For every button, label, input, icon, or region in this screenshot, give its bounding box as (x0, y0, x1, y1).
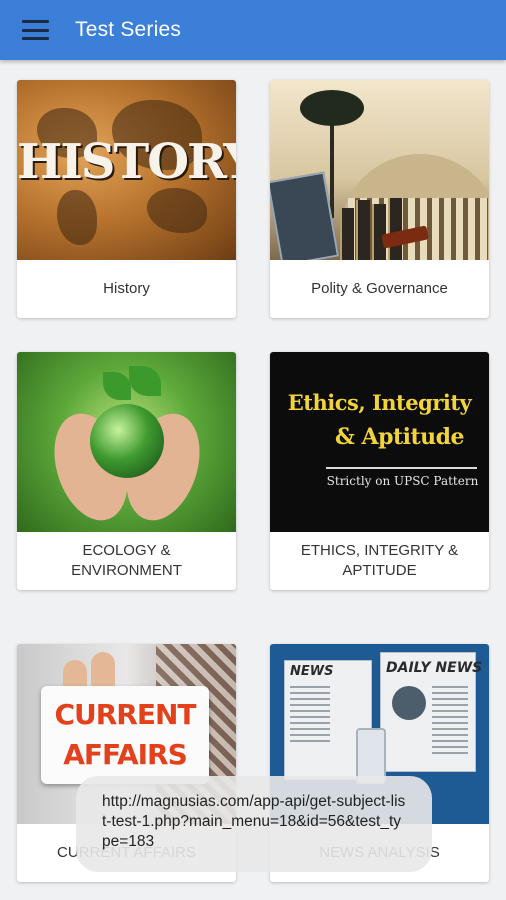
news-thumbnail-title: NEWS (290, 664, 334, 679)
card-history[interactable]: HISTORY History (17, 80, 236, 318)
daily-news-thumbnail-title: DAILY NEWS (386, 660, 483, 676)
current-affairs-thumbnail-line2: AFFAIRS (63, 738, 188, 771)
url-toast: http://magnusias.com/app-api/get-subject… (76, 776, 432, 872)
card-label: Polity & Governance (311, 280, 448, 297)
app-bar: Test Series (0, 0, 506, 60)
ecology-thumbnail (17, 352, 236, 532)
card-polity-governance[interactable]: Polity & Governance (270, 80, 489, 318)
page-title: Test Series (75, 18, 182, 41)
current-affairs-thumbnail-line1: CURRENT (54, 698, 196, 731)
ethics-thumbnail-line2: & Aptitude (334, 424, 465, 450)
card-label: ETHICS, INTEGRITY & APTITUDE (300, 542, 459, 579)
card-label: History (103, 280, 150, 297)
card-label: ECOLOGY & ENVIRONMENT (71, 542, 182, 579)
polity-thumbnail (270, 80, 489, 260)
card-ecology-environment[interactable]: ECOLOGY & ENVIRONMENT (17, 352, 236, 590)
ethics-thumbnail: Ethics, Integrity & Aptitude Strictly on… (270, 352, 489, 532)
history-thumbnail-text: HISTORY (17, 134, 236, 190)
globe-icon (90, 404, 164, 478)
card-ethics-integrity-aptitude[interactable]: Ethics, Integrity & Aptitude Strictly on… (270, 352, 489, 590)
subject-grid: HISTORY History Polity & Governance ECOL… (0, 60, 506, 900)
ethics-thumbnail-line1: Ethics, Integrity (287, 390, 472, 415)
ethics-thumbnail-subtitle: Strictly on UPSC Pattern (326, 474, 479, 488)
menu-button[interactable] (0, 0, 70, 60)
hamburger-menu-icon (21, 20, 49, 40)
history-thumbnail: HISTORY (17, 80, 236, 260)
